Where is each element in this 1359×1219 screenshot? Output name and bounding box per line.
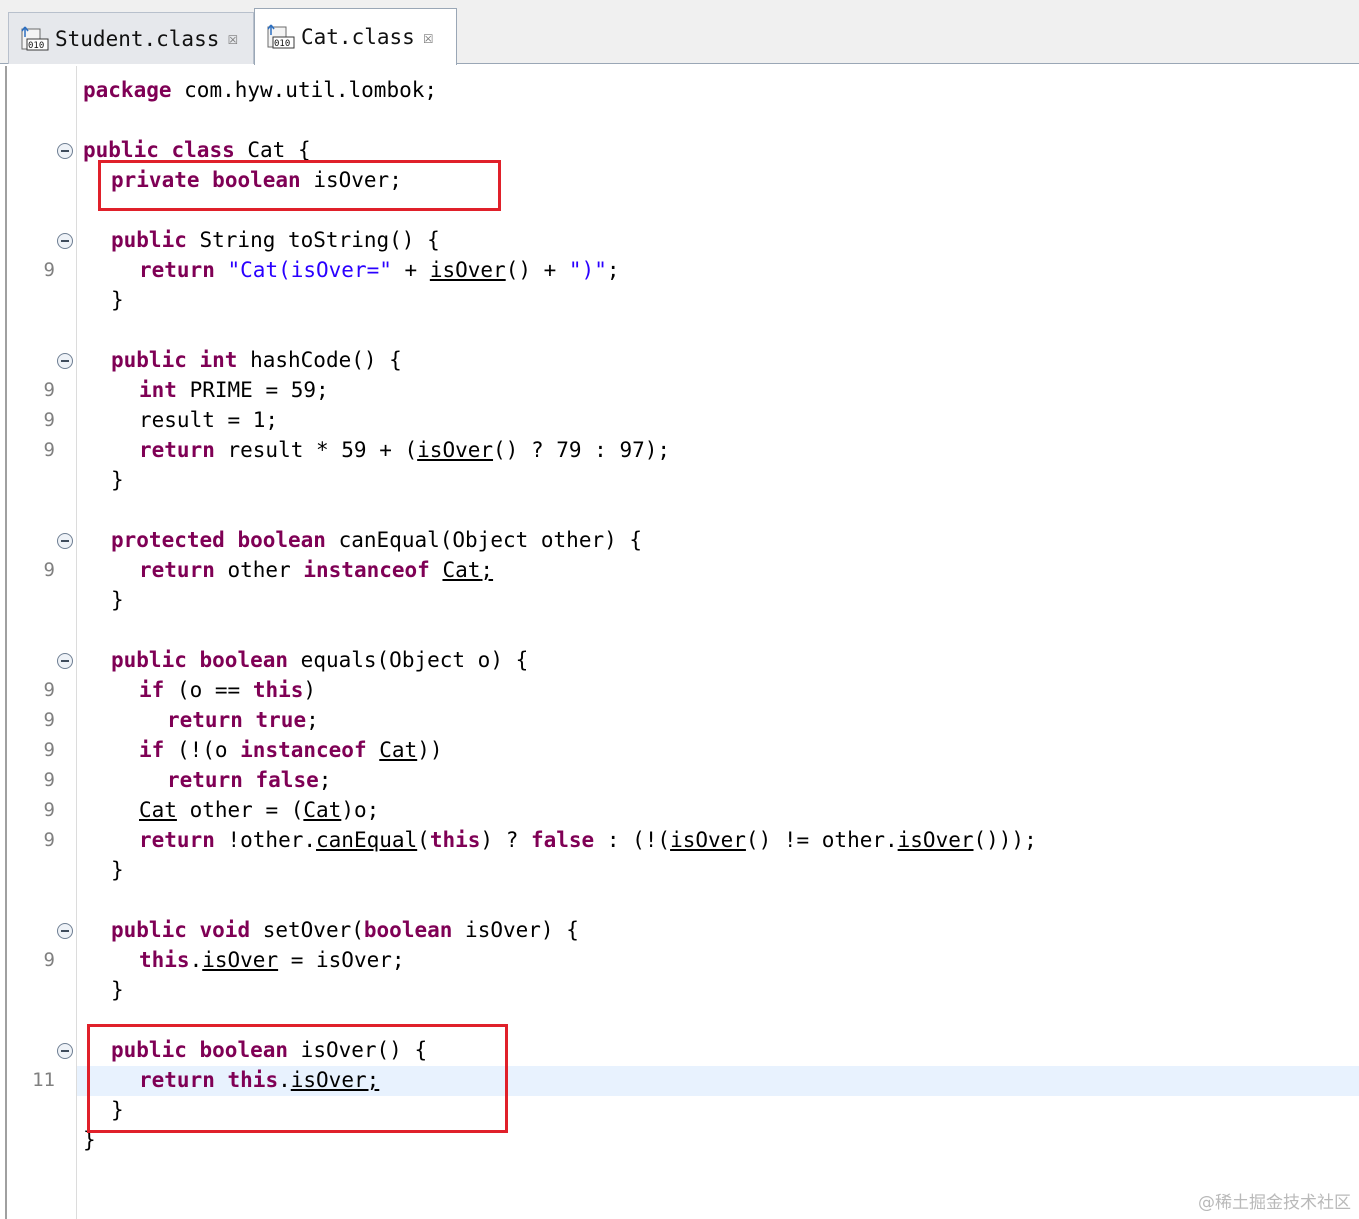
code-line-result: result = 1; — [139, 408, 279, 432]
line-number: 9 — [43, 949, 55, 971]
code-line-if-instanceof: if (!(o instanceof Cat)) — [139, 738, 443, 762]
line-number: 9 — [43, 769, 55, 791]
code-line-package: package com.hyw.util.lombok; — [83, 78, 438, 102]
fold-collapse-icon[interactable] — [57, 353, 73, 369]
line-number: 9 — [43, 409, 55, 431]
gutter-separator — [76, 66, 77, 1219]
code-line-cast: Cat other = (Cat)o; — [139, 798, 380, 822]
code-line-isover-return: return this.isOver; — [139, 1068, 380, 1092]
code-line-close-brace: } — [111, 1098, 124, 1122]
code-line-class-close: } — [83, 1128, 96, 1152]
fold-collapse-icon[interactable] — [57, 533, 73, 549]
code-line-class-decl: public class Cat { — [83, 138, 311, 162]
line-number: 9 — [43, 829, 55, 851]
tab-student-class[interactable]: 010 Student.class ☒ — [8, 12, 254, 64]
code-line-close-brace: } — [111, 588, 124, 612]
code-line-tostring-return: return "Cat(isOver=" + isOver() + ")"; — [139, 258, 620, 282]
code-line-return-true: return true; — [167, 708, 319, 732]
line-number: 9 — [43, 709, 55, 731]
tab-label: Cat.class — [301, 25, 415, 49]
fold-collapse-icon[interactable] — [57, 233, 73, 249]
fold-collapse-icon[interactable] — [57, 1043, 73, 1059]
line-number: 9 — [43, 739, 55, 761]
class-file-icon: 010 — [267, 24, 295, 50]
line-number: 9 — [43, 259, 55, 281]
code-line-canequal-return: return other instanceof Cat; — [139, 558, 494, 582]
fold-collapse-icon[interactable] — [57, 143, 73, 159]
line-number: 9 — [43, 679, 55, 701]
fold-collapse-icon[interactable] — [57, 923, 73, 939]
code-line-canequal-sig: protected boolean canEqual(Object other)… — [111, 528, 643, 552]
code-editor[interactable]: 9 9 9 9 9 9 9 9 9 9 9 9 11 package com.h… — [5, 66, 1359, 1219]
code-line-equals-return: return !other.canEqual(this) ? false : (… — [139, 828, 1037, 852]
code-line-if-this: if (o == this) — [139, 678, 317, 702]
code-line-prime: int PRIME = 59; — [139, 378, 329, 402]
svg-text:010: 010 — [274, 39, 290, 49]
code-line-close-brace: } — [111, 288, 124, 312]
close-icon[interactable]: ☒ — [423, 27, 434, 48]
code-line-close-brace: } — [111, 978, 124, 1002]
code-line-isover-sig: public boolean isOver() { — [111, 1038, 428, 1062]
line-number: 9 — [43, 379, 55, 401]
line-number: 9 — [43, 799, 55, 821]
code-line-setover-sig: public void setOver(boolean isOver) { — [111, 918, 579, 942]
close-icon[interactable]: ☒ — [227, 28, 238, 49]
code-line-field: private boolean isOver; — [111, 168, 402, 192]
code-line-equals-sig: public boolean equals(Object o) { — [111, 648, 529, 672]
line-number: 9 — [43, 559, 55, 581]
code-line-setover-body: this.isOver = isOver; — [139, 948, 405, 972]
code-line-hashcode-return: return result * 59 + (isOver() ? 79 : 97… — [139, 438, 671, 462]
tab-label: Student.class — [55, 26, 220, 51]
code-line-return-false: return false; — [167, 768, 332, 792]
svg-text:010: 010 — [28, 41, 44, 51]
code-line-close-brace: } — [111, 468, 124, 492]
line-number: 11 — [32, 1069, 55, 1091]
code-line-close-brace: } — [111, 858, 124, 882]
code-line-hashcode-sig: public int hashCode() { — [111, 348, 402, 372]
fold-collapse-icon[interactable] — [57, 653, 73, 669]
code-line-tostring-sig: public String toString() { — [111, 228, 440, 252]
editor-tab-bar: 010 Student.class ☒ 010 Cat.class ☒ — [0, 0, 1359, 65]
line-number: 9 — [43, 439, 55, 461]
class-file-icon: 010 — [21, 26, 49, 52]
tab-cat-class[interactable]: 010 Cat.class ☒ — [254, 8, 457, 65]
watermark: @稀土掘金技术社区 — [1198, 1193, 1351, 1213]
